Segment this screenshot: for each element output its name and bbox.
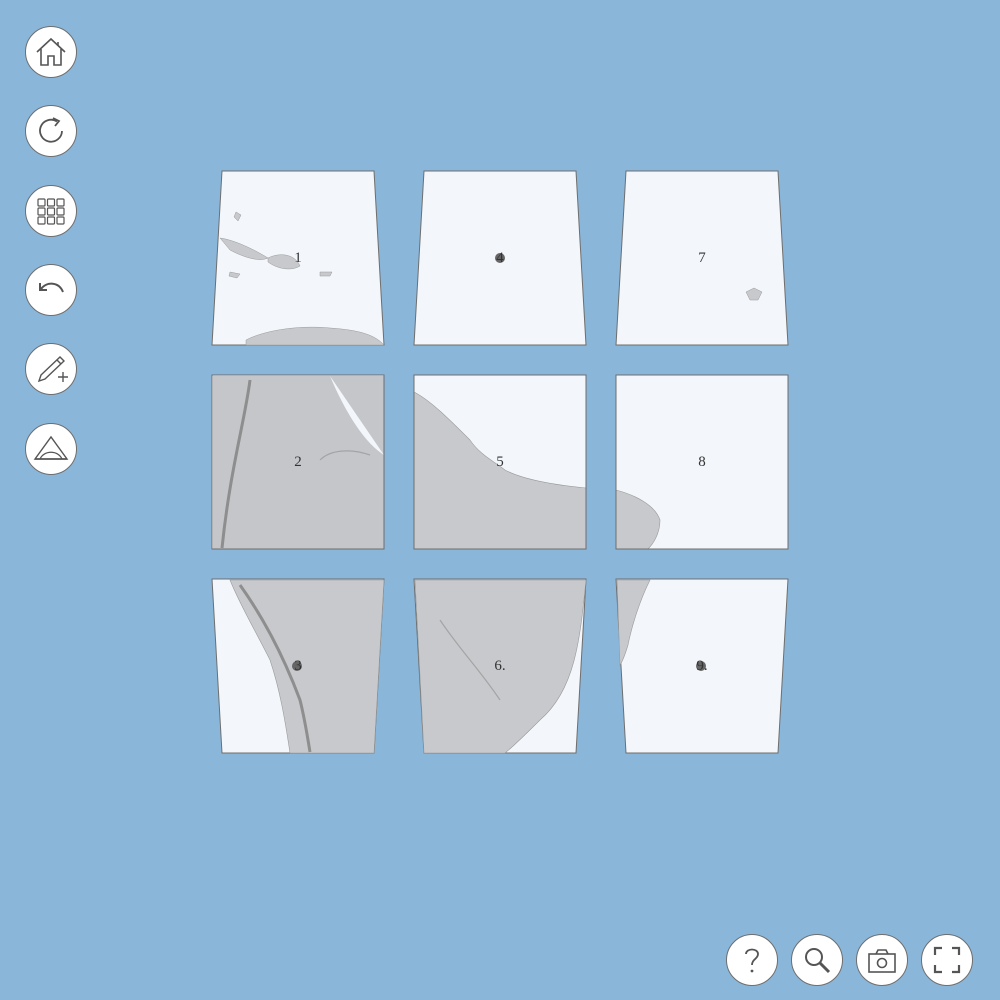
- sheet-label-4: 4: [496, 250, 504, 266]
- sheet-label-2: 2: [294, 454, 302, 470]
- search-button[interactable]: [791, 934, 843, 986]
- question-icon: [745, 948, 759, 973]
- sheet-label-8: 8: [698, 454, 706, 470]
- fullscreen-button[interactable]: [921, 934, 973, 986]
- map-sheets-grid: [211, 170, 789, 754]
- sheet-label-3: 3: [294, 658, 302, 674]
- sheet-label-7: 7: [698, 250, 706, 266]
- sheet-label-5: 5: [496, 454, 504, 470]
- screenshot-button[interactable]: [856, 934, 908, 986]
- sheet-label-1: 1: [294, 250, 302, 266]
- help-button[interactable]: [726, 934, 778, 986]
- sheet-label-6: 6.: [494, 658, 506, 674]
- magnifier-icon: [805, 948, 831, 974]
- sheet-label-9: 9.: [696, 658, 708, 674]
- fullscreen-icon: [933, 946, 961, 974]
- camera-icon: [868, 949, 896, 973]
